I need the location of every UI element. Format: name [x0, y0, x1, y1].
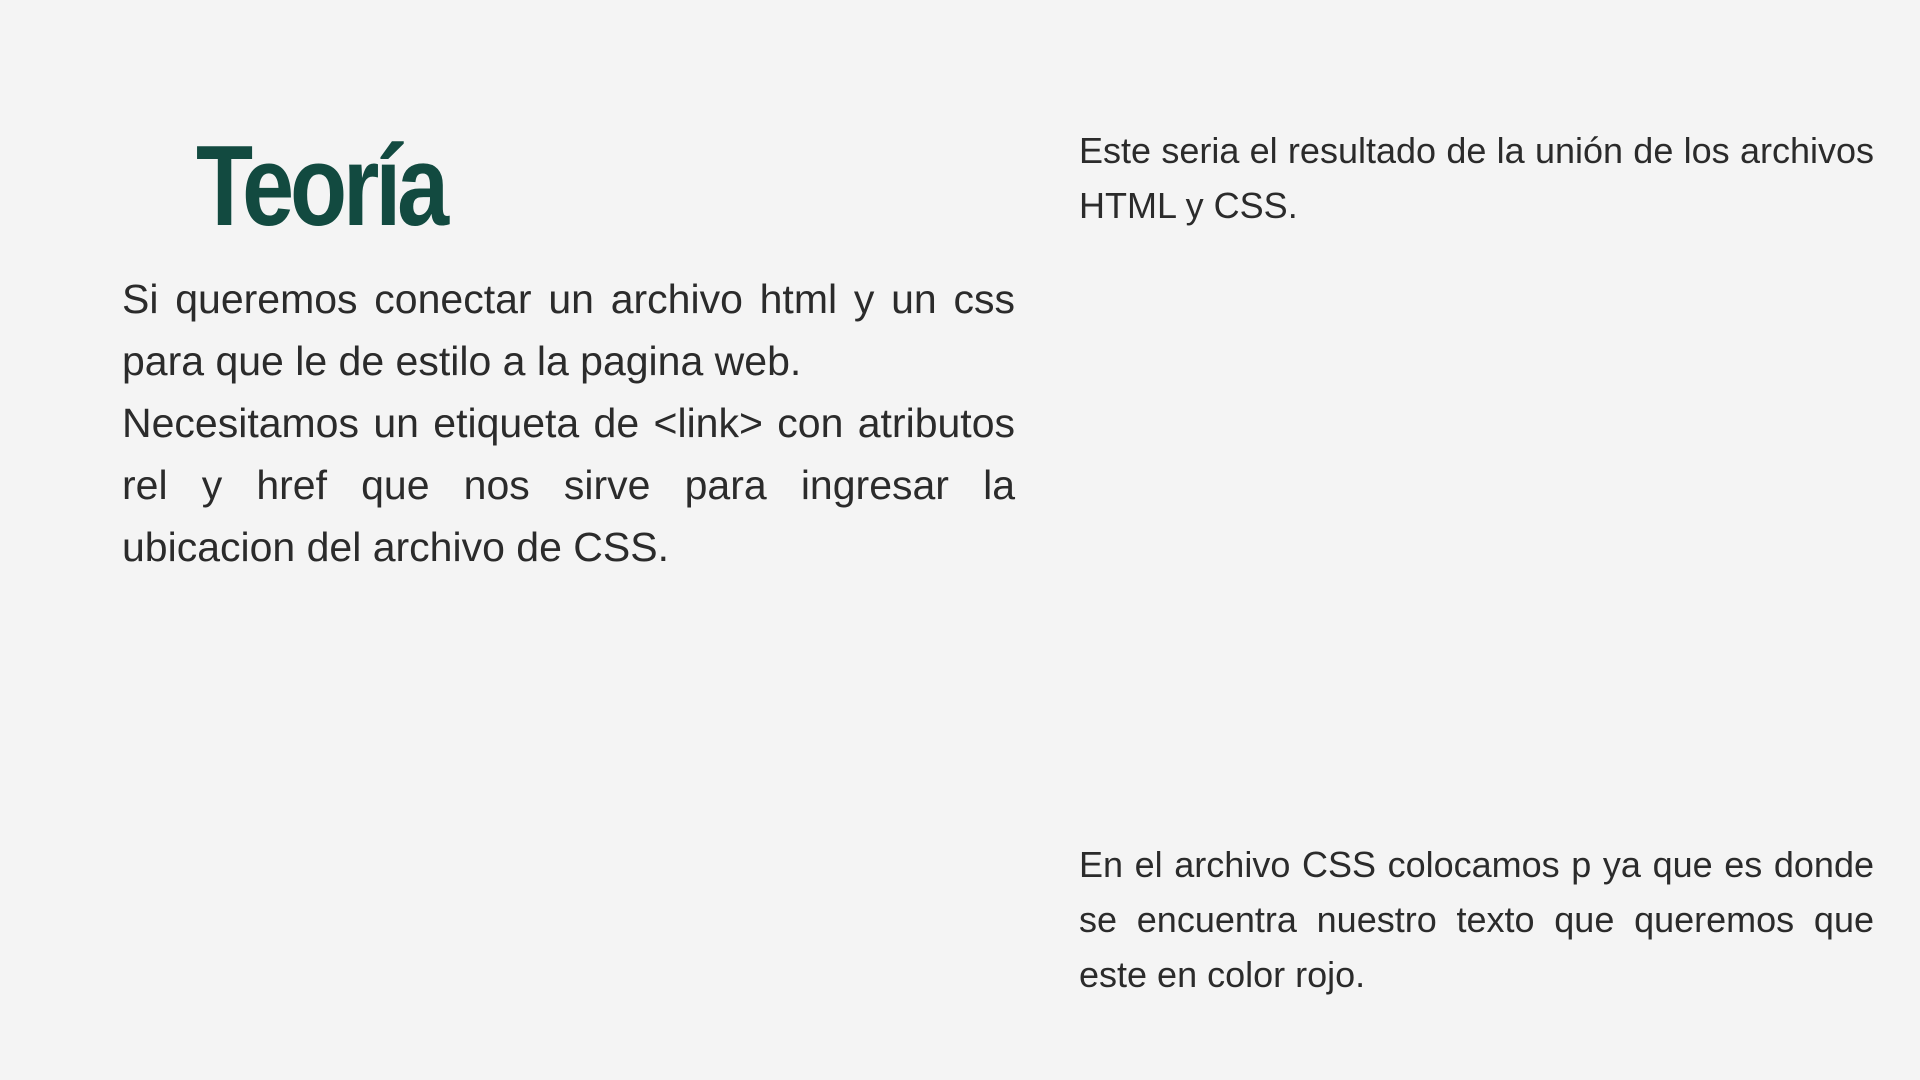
css-caption: En el archivo CSS colocamos p ya que es … — [1079, 837, 1874, 1002]
result-caption-text: Este seria el resultado de la unión de l… — [1079, 130, 1874, 226]
theory-paragraph-1: Si queremos conectar un archivo html y u… — [122, 276, 1015, 384]
theory-paragraph-2: Necesitamos un etiqueta de <link> con at… — [122, 400, 1015, 570]
theory-body: Si queremos conectar un archivo html y u… — [122, 268, 1015, 578]
slide-title: Teoría — [196, 123, 449, 250]
css-caption-text: En el archivo CSS colocamos p ya que es … — [1079, 844, 1874, 995]
result-caption: Este seria el resultado de la unión de l… — [1079, 123, 1874, 233]
slide: Teoría Si queremos conectar un archivo h… — [0, 0, 1920, 1080]
